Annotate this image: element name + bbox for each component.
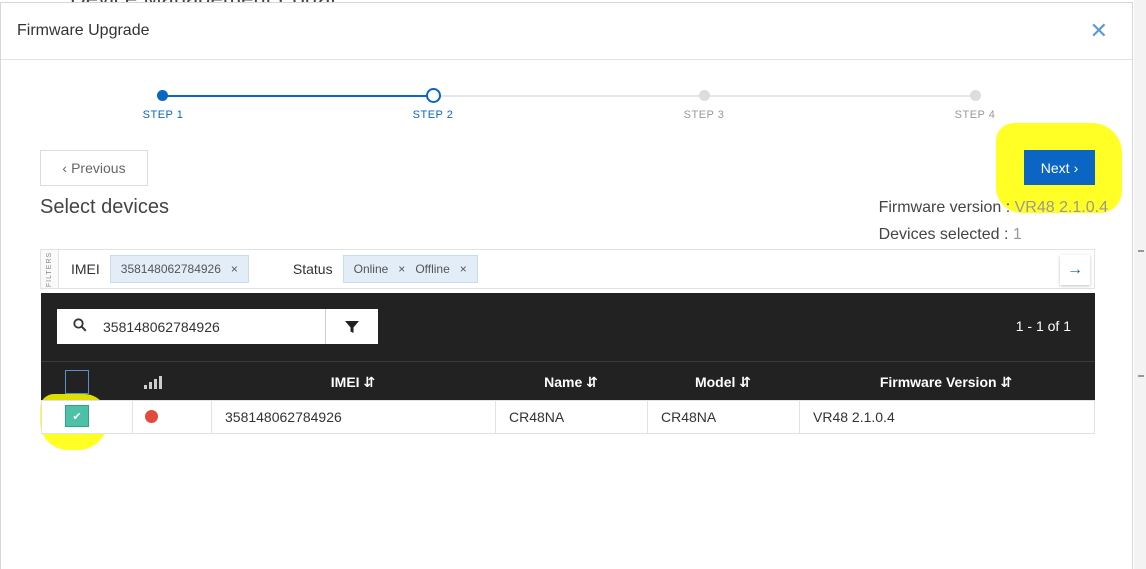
status-offline-icon	[145, 410, 158, 423]
table-header: IMEI ⇵ Name ⇵ Model ⇵ Firmware Version ⇵	[41, 361, 1095, 401]
sort-icon: ⇵	[1000, 374, 1013, 390]
select-all-checkbox[interactable]	[65, 370, 89, 394]
search-icon	[57, 317, 103, 336]
filters-tag: FILTERS	[41, 250, 59, 288]
sort-icon: ⇵	[363, 374, 376, 390]
column-header-name[interactable]: Name ⇵	[544, 374, 598, 391]
chevron-left-icon: ‹	[62, 160, 68, 176]
firmware-version-value: VR48 2.1.0.4	[1014, 199, 1108, 216]
step-3-label: STEP 3	[683, 109, 725, 121]
devices-selected-label: Devices selected :	[878, 226, 1009, 243]
imei-filter-chip[interactable]: 358148062784926 ×	[109, 255, 249, 283]
column-header-model[interactable]: Model ⇵	[695, 374, 751, 391]
table-row[interactable]: 358148062784926 CR48NA CR48NA VR48 2.1.0…	[41, 400, 1095, 434]
close-icon[interactable]: ✕	[1090, 20, 1108, 42]
remove-offline-filter-icon[interactable]: ×	[460, 262, 467, 276]
status-filter-online: Online	[353, 262, 389, 276]
previous-button-label: Previous	[71, 160, 126, 176]
firmware-info: Firmware version : VR48 2.1.0.4 Devices …	[879, 194, 1108, 248]
status-filter-label: Status	[292, 261, 333, 277]
step-2-dot	[426, 88, 441, 103]
status-filter-chip[interactable]: Online × Offline ×	[342, 255, 478, 283]
sort-icon: ⇵	[586, 374, 598, 390]
next-button-label: Next	[1040, 159, 1070, 176]
step-1-dot	[157, 90, 168, 101]
remove-imei-filter-icon[interactable]: ×	[231, 262, 238, 276]
imei-filter-label: IMEI	[71, 261, 100, 277]
stepper-line-complete	[163, 95, 433, 97]
step-4-dot	[970, 90, 981, 101]
row-name: CR48NA	[496, 401, 648, 433]
pagination-text: 1 - 1 of 1	[1015, 318, 1071, 334]
stepper: STEP 1 STEP 2 STEP 3 STEP 4	[1, 85, 1134, 125]
previous-button[interactable]: ‹ Previous	[40, 150, 148, 186]
next-button[interactable]: Next ›	[1024, 150, 1095, 185]
firmware-version-label: Firmware version :	[878, 199, 1011, 216]
table-toolbar: 1 - 1 of 1	[41, 293, 1095, 361]
step-4-label: STEP 4	[954, 109, 996, 121]
row-imei: 358148062784926	[212, 401, 496, 433]
devices-selected-value: 1	[1012, 226, 1022, 243]
status-filter-offline: Offline	[415, 262, 450, 276]
filter-icon[interactable]	[325, 309, 377, 344]
check-icon: ✔	[72, 410, 82, 423]
signal-strength-icon	[144, 376, 162, 389]
column-header-imei[interactable]: IMEI ⇵	[331, 374, 375, 391]
imei-filter-value: 358148062784926	[120, 262, 221, 276]
sort-icon: ⇵	[739, 374, 752, 390]
step-1-label: STEP 1	[142, 109, 184, 121]
search-input[interactable]	[103, 310, 325, 343]
modal-header: Firmware Upgrade ✕	[1, 3, 1132, 60]
row-checkbox[interactable]: ✔	[65, 405, 89, 427]
section-title: Select devices	[40, 196, 169, 218]
arrow-right-icon[interactable]: →	[1060, 255, 1090, 285]
step-3-dot	[699, 90, 710, 101]
background-scroll-edge	[1134, 0, 1146, 569]
column-header-firmware-version[interactable]: Firmware Version ⇵	[880, 374, 1012, 391]
remove-online-filter-icon[interactable]: ×	[398, 262, 405, 276]
row-firmware: VR48 2.1.0.4	[813, 409, 895, 425]
step-2-label: STEP 2	[412, 109, 454, 121]
search-box	[57, 309, 378, 344]
filter-bar: FILTERS IMEI 358148062784926 × Status On…	[40, 249, 1095, 289]
chevron-right-icon: ›	[1073, 159, 1079, 176]
row-model: CR48NA	[648, 401, 800, 433]
modal-title: Firmware Upgrade	[17, 22, 150, 39]
